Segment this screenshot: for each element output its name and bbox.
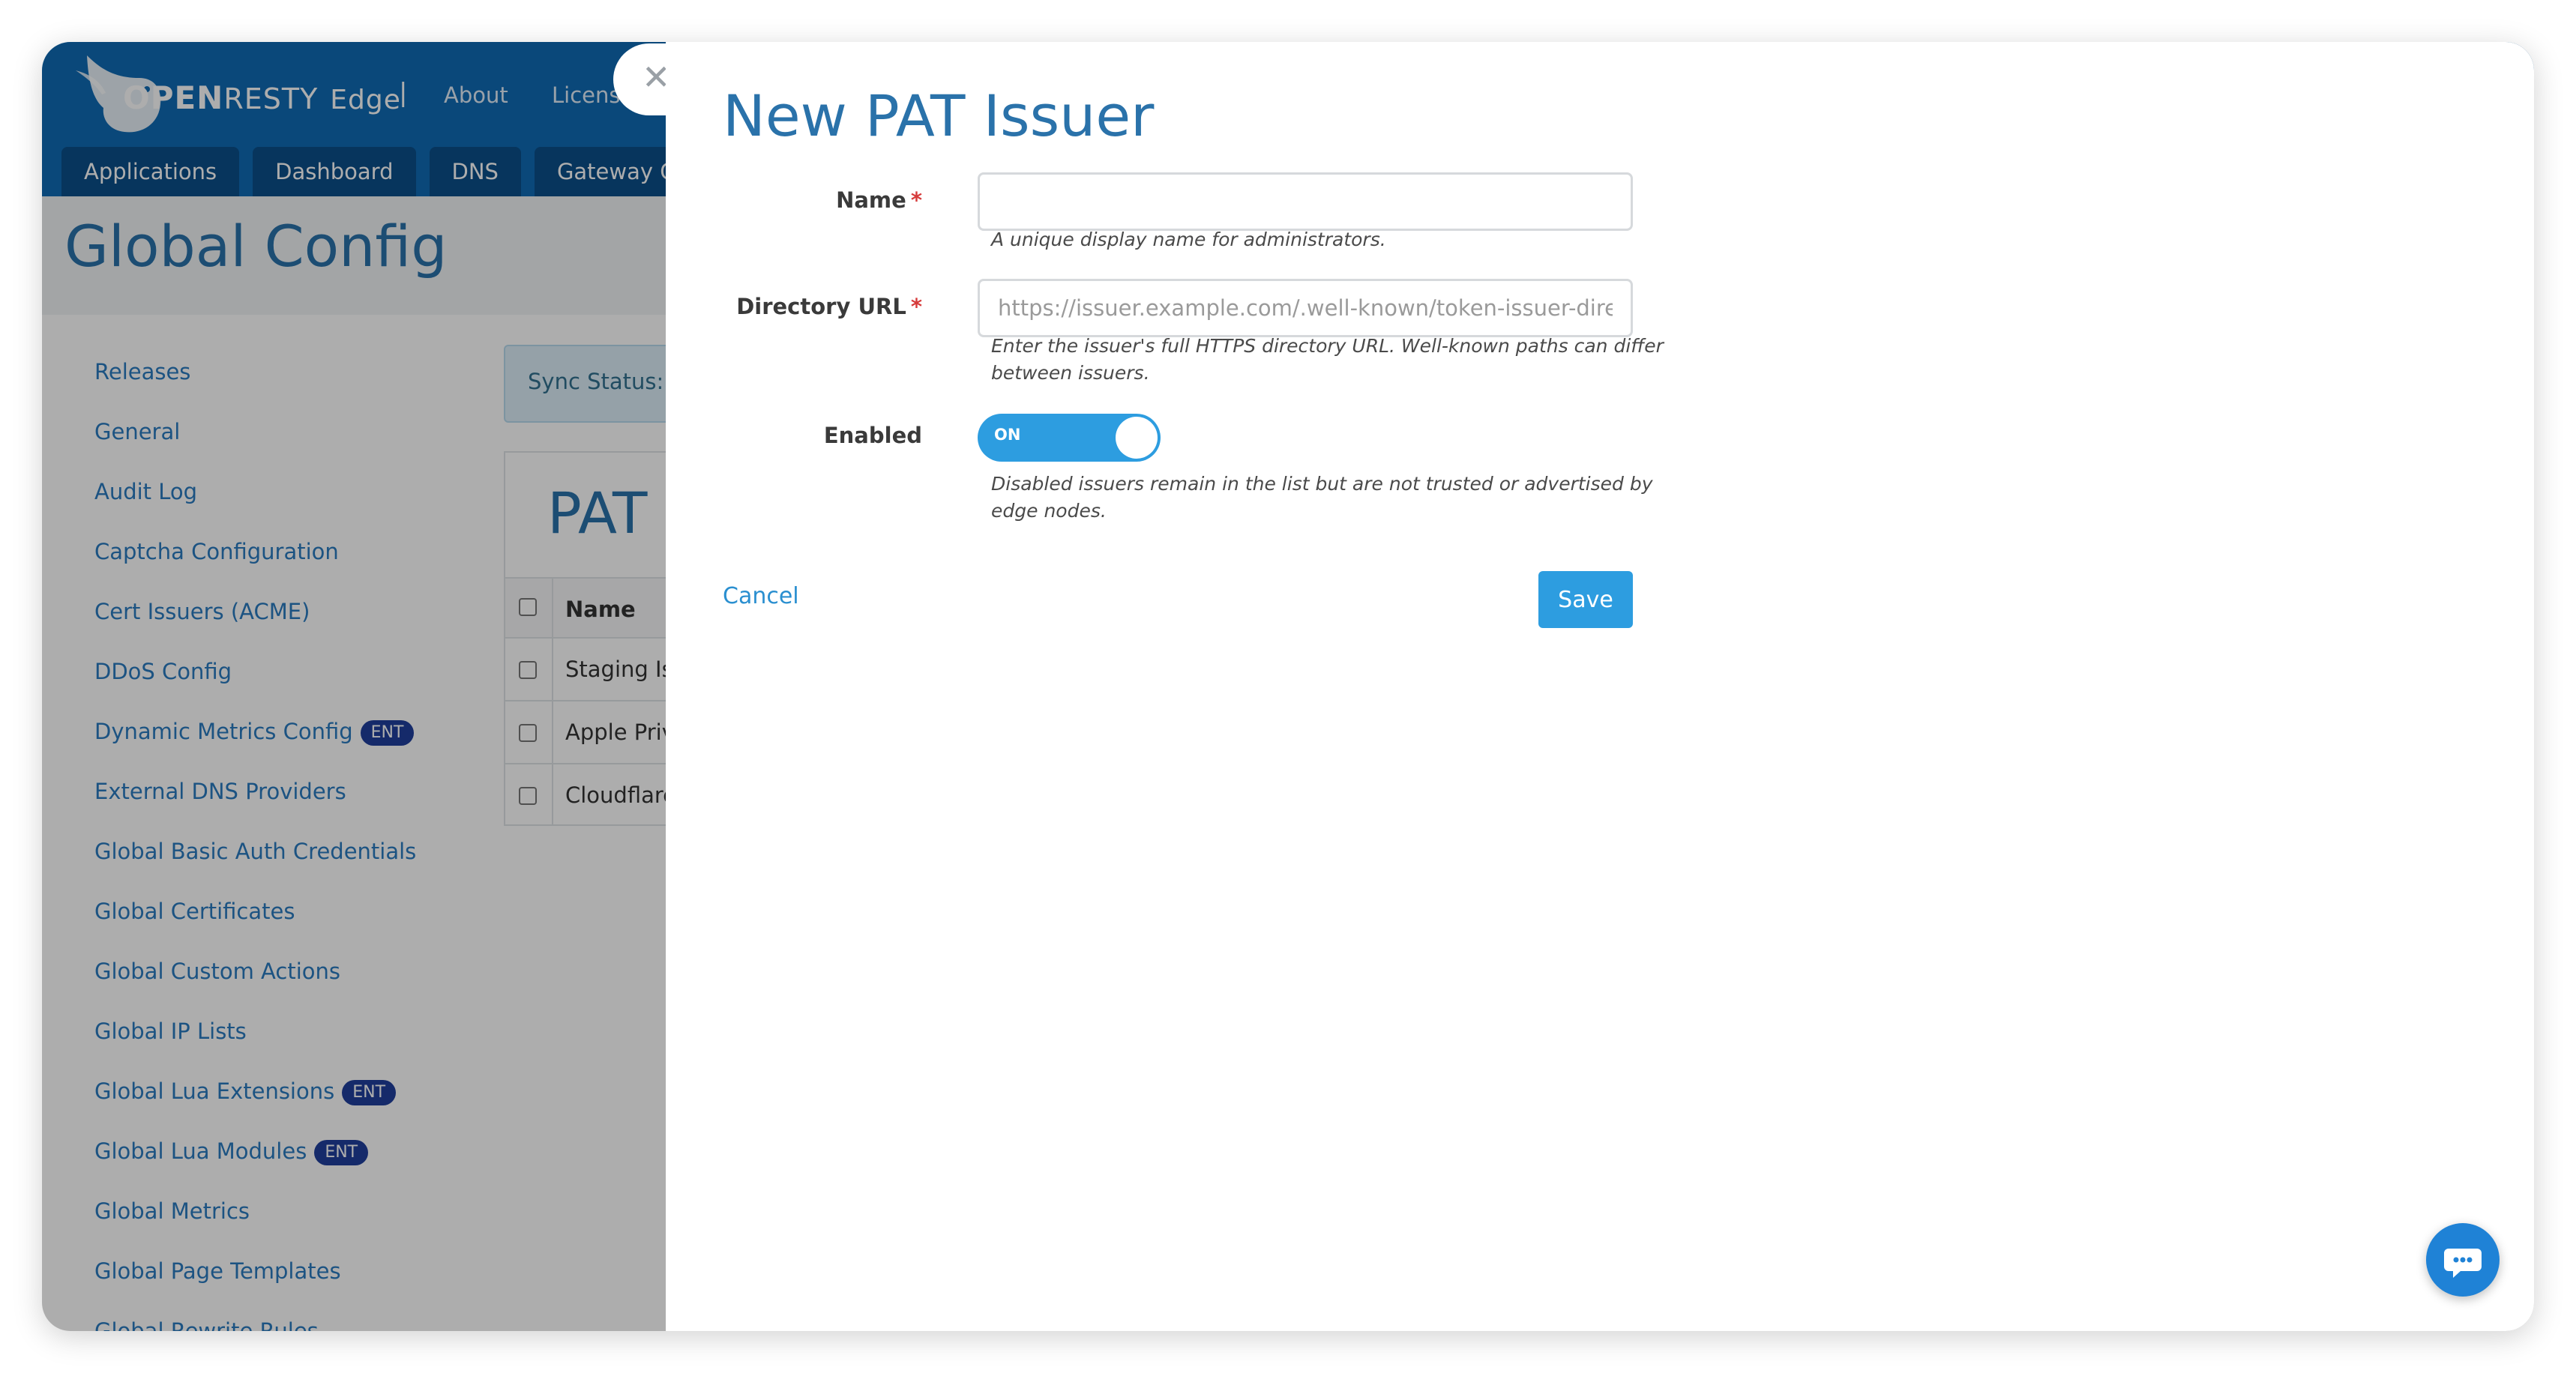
name-input[interactable] (978, 172, 1633, 231)
new-pat-issuer-drawer: New PAT Issuer Name * A unique display na… (666, 42, 2534, 1331)
enabled-label: Enabled (823, 423, 922, 448)
required-marker: * (910, 294, 922, 319)
toggle-state-text: ON (994, 426, 1021, 444)
app-window: OPENRESTY Edge | About Licens Application… (42, 42, 2534, 1331)
directory-url-label: Directory URL * (736, 294, 922, 319)
toggle-knob (1116, 417, 1158, 459)
name-hint: A unique display name for administrators… (991, 229, 1386, 250)
cancel-button[interactable]: Cancel (723, 583, 799, 609)
directory-url-input[interactable] (978, 279, 1633, 337)
chat-bubble-icon (2444, 1249, 2482, 1278)
required-marker: * (910, 187, 922, 213)
name-label: Name * (836, 187, 922, 213)
save-button[interactable]: Save (1538, 571, 1633, 628)
enabled-toggle[interactable]: ON (978, 414, 1161, 462)
directory-url-hint: Enter the issuer's full HTTPS directory … (991, 335, 1664, 384)
chat-button[interactable] (2426, 1223, 2500, 1297)
drawer-title: New PAT Issuer (723, 82, 1155, 149)
enabled-hint: Disabled issuers remain in the list but … (991, 473, 1653, 522)
